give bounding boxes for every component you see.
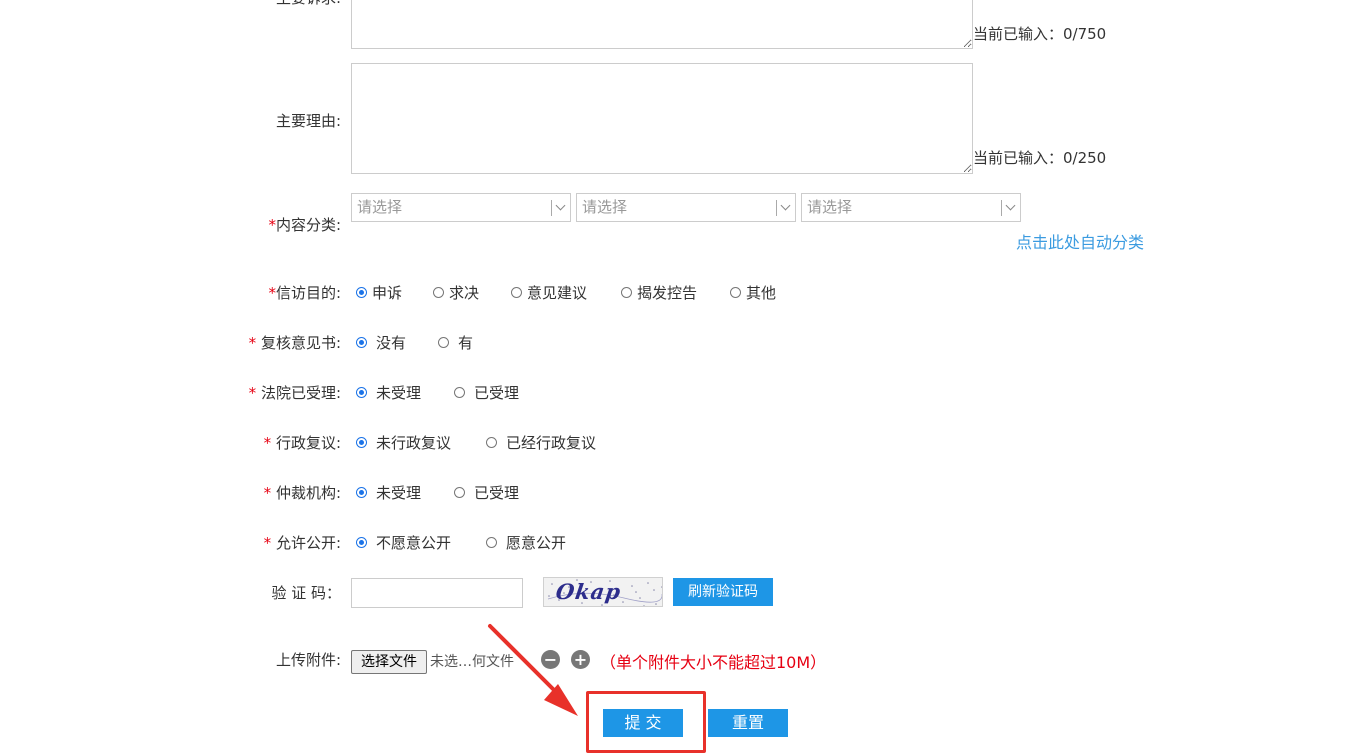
content-category-label: *内容分类: bbox=[268, 215, 341, 235]
auto-classify-link[interactable]: 点击此处自动分类 bbox=[1016, 233, 1144, 253]
captcha-label: 验 证 码： bbox=[271, 584, 341, 602]
radio-label: 其他 bbox=[746, 284, 777, 302]
radio-label: 已受理 bbox=[474, 384, 520, 402]
radio-unselected-icon bbox=[486, 537, 497, 548]
category-select-1-value: 请选择 bbox=[357, 198, 403, 216]
radio-selected-icon bbox=[356, 537, 367, 548]
captcha-image[interactable]: Okap bbox=[543, 577, 663, 607]
category-select-2[interactable]: 请选择 bbox=[576, 193, 796, 222]
radio-selected-icon bbox=[356, 437, 367, 448]
petition-purpose-label-text: 信访目的: bbox=[275, 284, 341, 302]
radio-label: 未受理 bbox=[376, 384, 422, 402]
allow-public-label: * 允许公开: bbox=[264, 533, 341, 553]
radio-unselected-icon bbox=[433, 287, 444, 298]
radio-unselected-icon bbox=[486, 437, 497, 448]
review-opinion-label-text: 复核意见书: bbox=[256, 334, 341, 352]
radio-selected-icon bbox=[356, 387, 367, 398]
captcha-text: Okap bbox=[554, 579, 623, 604]
radio-unselected-icon bbox=[621, 287, 632, 298]
radio-unselected-icon bbox=[438, 337, 449, 348]
main-request-textarea[interactable] bbox=[351, 0, 973, 49]
arbitration-label: * 仲裁机构: bbox=[264, 483, 341, 503]
radio-label: 愿意公开 bbox=[506, 534, 567, 552]
main-reason-label: 主要理由: bbox=[275, 112, 341, 130]
radio-unselected-icon bbox=[511, 287, 522, 298]
annotation-highlight-box bbox=[586, 691, 706, 753]
attachment-label: 上传附件: bbox=[275, 651, 341, 669]
arbitration-label-text: 仲裁机构: bbox=[271, 484, 341, 502]
radio-label: 已受理 bbox=[474, 484, 520, 502]
main-reason-textarea[interactable] bbox=[351, 63, 973, 174]
review-opinion-label: * 复核意见书: bbox=[249, 333, 341, 353]
reset-button[interactable]: 重置 bbox=[708, 709, 788, 737]
chevron-down-icon bbox=[555, 200, 566, 211]
radio-label: 申诉 bbox=[372, 284, 403, 302]
radio-unselected-icon bbox=[454, 387, 465, 398]
chevron-down-icon bbox=[780, 200, 791, 211]
radio-label: 没有 bbox=[376, 334, 407, 352]
choose-file-button[interactable]: 选择文件 bbox=[351, 650, 427, 674]
radio-selected-icon bbox=[356, 337, 367, 348]
radio-label: 未受理 bbox=[376, 484, 422, 502]
radio-label: 求决 bbox=[449, 284, 480, 302]
radio-selected-icon bbox=[356, 287, 367, 298]
radio-label: 意见建议 bbox=[527, 284, 588, 302]
category-select-1[interactable]: 请选择 bbox=[351, 193, 571, 222]
admin-review-label: * 行政复议: bbox=[264, 433, 341, 453]
category-select-3[interactable]: 请选择 bbox=[801, 193, 1021, 222]
main-request-counter: 当前已输入：0/750 bbox=[973, 25, 1107, 43]
radio-selected-icon bbox=[356, 487, 367, 498]
radio-label: 有 bbox=[458, 334, 474, 352]
petition-purpose-label: *信访目的: bbox=[268, 283, 341, 303]
chevron-down-icon bbox=[1005, 200, 1016, 211]
radio-label: 揭发控告 bbox=[637, 284, 698, 302]
content-category-label-text: 内容分类: bbox=[275, 216, 341, 234]
radio-unselected-icon bbox=[730, 287, 741, 298]
category-select-2-value: 请选择 bbox=[582, 198, 628, 216]
radio-label: 未行政复议 bbox=[376, 434, 452, 452]
captcha-input[interactable] bbox=[351, 578, 523, 608]
category-select-3-value: 请选择 bbox=[807, 198, 853, 216]
main-request-label: 主要诉求: bbox=[276, 0, 341, 8]
court-accepted-label-text: 法院已受理: bbox=[256, 384, 341, 402]
allow-public-label-text: 允许公开: bbox=[271, 534, 341, 552]
radio-unselected-icon bbox=[454, 487, 465, 498]
required-mark: * bbox=[268, 216, 276, 234]
main-reason-counter: 当前已输入：0/250 bbox=[973, 149, 1107, 167]
annotation-arrow-icon bbox=[488, 624, 578, 716]
court-accepted-label: * 法院已受理: bbox=[249, 383, 341, 403]
required-mark: * bbox=[268, 284, 276, 302]
refresh-captcha-button[interactable]: 刷新验证码 bbox=[673, 578, 773, 606]
admin-review-label-text: 行政复议: bbox=[271, 434, 341, 452]
radio-label: 不愿意公开 bbox=[376, 534, 452, 552]
attachment-size-note: （单个附件大小不能超过10M） bbox=[600, 653, 827, 672]
radio-label: 已经行政复议 bbox=[506, 434, 597, 452]
